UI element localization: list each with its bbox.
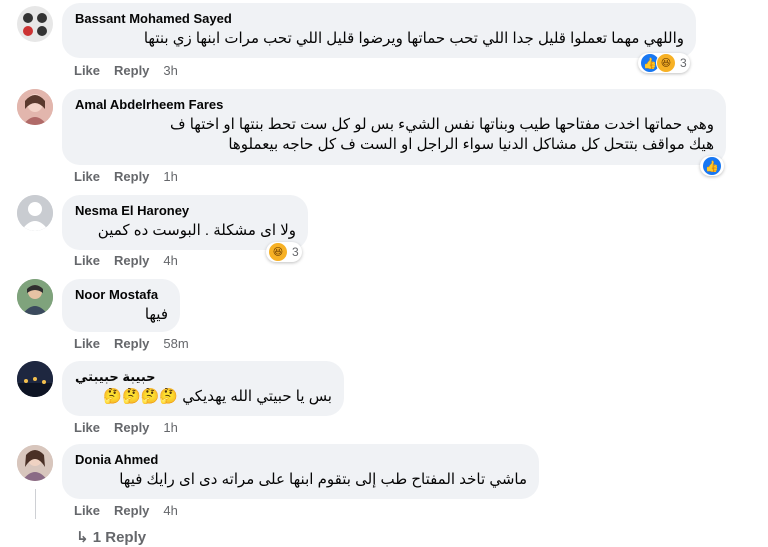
- reaction-summary[interactable]: 👍: [700, 156, 724, 176]
- haha-icon: 😆: [268, 242, 288, 262]
- comment-text: بس يا حبيتي الله يهديكي 🤔🤔🤔🤔: [75, 387, 332, 407]
- comment-actions: Like Reply 4h: [74, 503, 178, 518]
- avatar[interactable]: [17, 279, 53, 315]
- reaction-summary[interactable]: 👍 😆 3: [638, 53, 690, 73]
- reply-button[interactable]: Reply: [114, 420, 149, 435]
- comment-timestamp[interactable]: 1h: [163, 169, 177, 184]
- like-button[interactable]: Like: [74, 420, 100, 435]
- reaction-count: 3: [680, 56, 687, 70]
- comment-bubble: حبيبة حبيبتي بس يا حبيتي الله يهديكي 🤔🤔🤔…: [62, 361, 344, 416]
- default-avatar-icon: [17, 195, 53, 231]
- like-button[interactable]: Like: [74, 253, 100, 268]
- comment-text: ولا اى مشكلة . البوست ده كمين: [97, 222, 296, 239]
- comment-timestamp[interactable]: 4h: [163, 253, 177, 268]
- like-button[interactable]: Like: [74, 63, 100, 78]
- comment-timestamp[interactable]: 4h: [163, 503, 177, 518]
- comment-actions: Like Reply 3h: [74, 63, 178, 78]
- like-button[interactable]: Like: [74, 169, 100, 184]
- comment-author[interactable]: Donia Ahmed: [75, 451, 527, 468]
- reply-button[interactable]: Reply: [114, 169, 149, 184]
- reply-button[interactable]: Reply: [114, 253, 149, 268]
- avatar[interactable]: [17, 6, 53, 42]
- comment-text: ماشي تاخد المفتاح طب إلى بتقوم ابنها على…: [119, 471, 527, 488]
- haha-icon: 😆: [656, 53, 676, 73]
- avatar[interactable]: [17, 361, 53, 397]
- reply-button[interactable]: Reply: [114, 503, 149, 518]
- comment-timestamp[interactable]: 58m: [163, 336, 188, 351]
- comment-bubble: Donia Ahmed ماشي تاخد المفتاح طب إلى بتق…: [62, 444, 539, 499]
- comment-author[interactable]: Bassant Mohamed Sayed: [75, 10, 684, 27]
- comment-author[interactable]: Nesma El Haroney: [75, 202, 296, 219]
- comment-actions: Like Reply 1h: [74, 169, 178, 184]
- comment-actions: Like Reply 58m: [74, 336, 189, 351]
- avatar-image: [17, 279, 53, 315]
- reply-button[interactable]: Reply: [114, 336, 149, 351]
- avatar-image: [17, 89, 53, 125]
- avatar-image: [17, 361, 53, 397]
- comment-bubble: Nesma El Haroney ولا اى مشكلة . البوست د…: [62, 195, 308, 250]
- avatar[interactable]: [17, 445, 53, 481]
- comment-timestamp[interactable]: 1h: [163, 420, 177, 435]
- comment-bubble: Bassant Mohamed Sayed واللهي مهما تعملوا…: [62, 3, 696, 58]
- reply-thread-line: [35, 489, 36, 519]
- view-replies-label: 1 Reply: [92, 529, 147, 546]
- avatar-image: [23, 13, 47, 36]
- comment-actions: Like Reply 4h: [74, 253, 178, 268]
- comment-text: فيها: [144, 306, 168, 323]
- comment-text-line1: وهي حماتها اخدت مفتاحها طيب وبناتها نفس …: [170, 116, 714, 133]
- thinking-emoji: 🤔🤔🤔🤔: [103, 388, 179, 405]
- avatar[interactable]: [17, 89, 53, 125]
- reaction-summary[interactable]: 😆 3: [266, 242, 302, 262]
- like-button[interactable]: Like: [74, 336, 100, 351]
- comment-actions: Like Reply 1h: [74, 420, 178, 435]
- comment-author[interactable]: Noor Mostafa: [75, 286, 168, 303]
- comment-bubble: Amal Abdelrheem Fares وهي حماتها اخدت مف…: [62, 89, 726, 165]
- reaction-count: 3: [292, 245, 299, 259]
- reply-arrow-icon: ↳: [76, 529, 89, 546]
- avatar-image: [17, 445, 53, 481]
- reply-button[interactable]: Reply: [114, 63, 149, 78]
- comment-author[interactable]: حبيبة حبيبتي: [75, 368, 332, 385]
- comment-timestamp[interactable]: 3h: [163, 63, 177, 78]
- avatar[interactable]: [17, 195, 53, 231]
- like-icon: 👍: [702, 156, 722, 176]
- comment-text-body: بس يا حبيتي الله يهديكي: [182, 388, 332, 405]
- like-button[interactable]: Like: [74, 503, 100, 518]
- view-replies-link[interactable]: ↳ 1 Reply: [76, 528, 146, 546]
- comment-author[interactable]: Amal Abdelrheem Fares: [75, 96, 714, 113]
- comment-bubble: Noor Mostafa فيها: [62, 279, 180, 332]
- comment-text: واللهي مهما تعملوا قليل جدا اللي تحب حما…: [143, 30, 684, 47]
- comment-text-line2: هيك مواقف بتتحل كل مشاكل الدنيا سواء الر…: [228, 136, 714, 153]
